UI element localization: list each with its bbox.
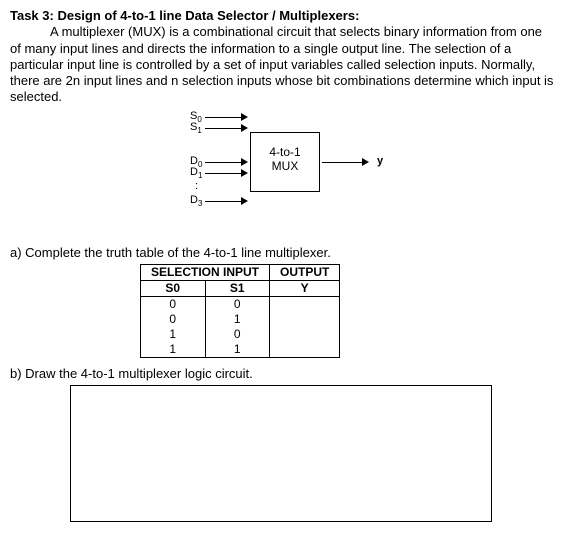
- arrow-d1: [241, 169, 248, 177]
- label-d1: D1: [190, 166, 202, 180]
- arrow-d3: [241, 197, 248, 205]
- cell-s1: 0: [205, 296, 270, 312]
- arrow-y: [362, 158, 369, 166]
- cell-s1: 1: [205, 312, 270, 327]
- line-d3: [205, 201, 243, 203]
- cell-s0: 1: [141, 327, 206, 342]
- cell-s1: 0: [205, 327, 270, 342]
- arrow-s1: [241, 124, 248, 132]
- line-s0: [205, 117, 243, 119]
- mux-box-line1: 4-to-1: [269, 145, 300, 159]
- cell-s0: 0: [141, 312, 206, 327]
- label-d3: D3: [190, 194, 202, 208]
- arrow-s0: [241, 113, 248, 121]
- header-output: OUTPUT: [270, 264, 340, 280]
- mux-diagram: S0 S1 D0 D1 : D3 4-to-1 MUX y: [155, 112, 495, 237]
- part-b-label: b) Draw the 4-to-1 multiplexer logic cir…: [10, 366, 555, 381]
- table-row: 0 0: [141, 296, 340, 312]
- header-selection: SELECTION INPUT: [141, 264, 270, 280]
- line-s1: [205, 128, 243, 130]
- line-d1: [205, 173, 243, 175]
- label-dots: :: [195, 180, 198, 192]
- truth-table: SELECTION INPUT OUTPUT S0 S1 Y 0 0 0 1 1…: [140, 264, 340, 358]
- circuit-answer-box: [70, 385, 492, 522]
- mux-box: 4-to-1 MUX: [250, 132, 320, 192]
- label-s1: S1: [190, 121, 202, 135]
- col-s1: S1: [205, 280, 270, 296]
- line-y: [322, 162, 364, 164]
- part-a-label: a) Complete the truth table of the 4-to-…: [10, 245, 555, 260]
- col-y: Y: [270, 280, 340, 296]
- cell-s0: 0: [141, 296, 206, 312]
- cell-y: [270, 296, 340, 357]
- mux-box-line2: MUX: [272, 159, 299, 173]
- line-d0: [205, 162, 243, 164]
- col-s0: S0: [141, 280, 206, 296]
- task-title: Task 3: Design of 4-to-1 line Data Selec…: [10, 8, 359, 23]
- arrow-d0: [241, 158, 248, 166]
- cell-s1: 1: [205, 342, 270, 358]
- task-description: A multiplexer (MUX) is a combinational c…: [10, 24, 555, 105]
- label-y: y: [377, 155, 383, 167]
- cell-s0: 1: [141, 342, 206, 358]
